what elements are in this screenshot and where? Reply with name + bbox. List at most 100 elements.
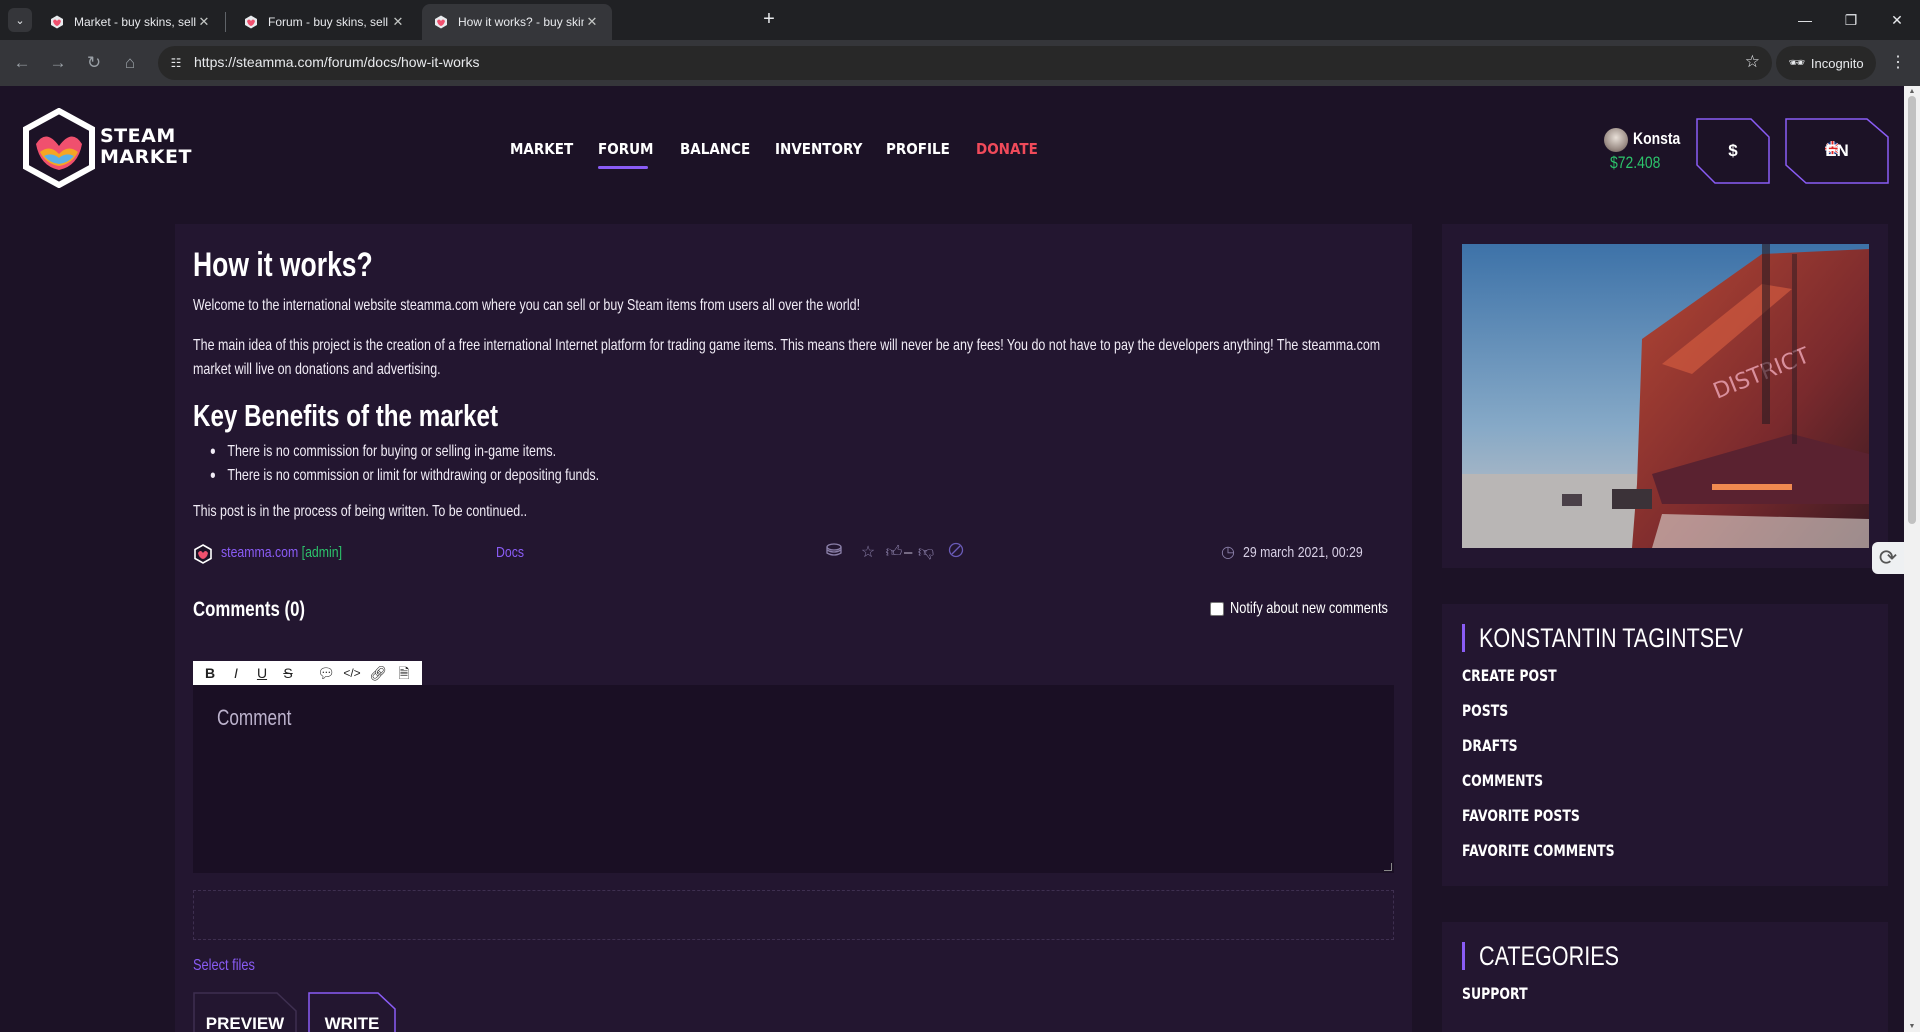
incognito-icon: 🕶 bbox=[1788, 55, 1805, 70]
post-date: 29 march 2021, 00:29 bbox=[1243, 544, 1363, 561]
write-tab-button[interactable]: WRITE bbox=[308, 992, 396, 1032]
sidebar-item-favorite-comments[interactable]: FAVORITE COMMENTS bbox=[1462, 841, 1615, 860]
site-page: STEAM MARKET MARKET FORUM BALANCE INVENT… bbox=[0, 86, 1904, 1032]
underline-button[interactable]: U bbox=[251, 663, 273, 683]
home-icon[interactable]: ⌂ bbox=[118, 51, 142, 75]
tab-title: Market - buy skins, sell skins bbox=[74, 15, 196, 29]
language-button[interactable]: EN bbox=[1785, 118, 1889, 184]
scrollbar-thumb[interactable] bbox=[1908, 96, 1916, 524]
comment-textarea[interactable]: Comment bbox=[193, 685, 1394, 873]
site-logo[interactable]: STEAM MARKET bbox=[22, 107, 202, 189]
restore-icon[interactable]: ❐ bbox=[1828, 8, 1874, 32]
browser-menu-icon[interactable]: ⋮ bbox=[1888, 51, 1908, 75]
bookmark-star-icon[interactable]: ☆ bbox=[1745, 52, 1760, 72]
nav-market[interactable]: MARKET bbox=[510, 140, 573, 158]
browser-tab-forum[interactable]: Forum - buy skins, sell skins ✕ bbox=[232, 4, 418, 40]
site-favicon-icon bbox=[51, 15, 63, 29]
avatar[interactable] bbox=[1604, 128, 1628, 152]
post-paragraph-idea: The main idea of this project is the cre… bbox=[193, 337, 1381, 378]
minimize-icon[interactable]: — bbox=[1782, 8, 1828, 32]
file-dropzone[interactable] bbox=[193, 890, 1394, 940]
clock-icon: ◷ bbox=[1221, 544, 1235, 561]
select-files-link[interactable]: Select files bbox=[193, 957, 255, 975]
browser-tab-how-it-works[interactable]: How it works? - buy skins, sell s ✕ bbox=[422, 4, 612, 40]
browser-toolbar: ← → ↻ ⌂ ☷ https://steamma.com/forum/docs… bbox=[0, 40, 1920, 86]
user-balance: $72.408 bbox=[1610, 153, 1661, 172]
site-info-icon[interactable]: ☷ bbox=[166, 53, 186, 73]
post-paragraph-intro: Welcome to the international website ste… bbox=[193, 297, 861, 314]
strikethrough-button[interactable]: S bbox=[277, 663, 299, 683]
notify-label: Notify about new comments bbox=[1230, 600, 1388, 617]
tab-search-button[interactable]: ⌄ bbox=[8, 8, 32, 32]
tab-title: How it works? - buy skins, sell s bbox=[458, 15, 584, 29]
forward-icon[interactable]: → bbox=[46, 51, 70, 75]
address-bar[interactable]: ☷ https://steamma.com/forum/docs/how-it-… bbox=[158, 46, 1772, 80]
close-tab-icon[interactable]: ✕ bbox=[196, 14, 212, 30]
checkbox[interactable] bbox=[1210, 602, 1224, 616]
sidebar-image-card: DISTRICT bbox=[1442, 224, 1888, 568]
incognito-label: Incognito bbox=[1810, 55, 1864, 71]
quote-icon[interactable]: 💬︎ bbox=[315, 663, 337, 683]
comment-placeholder: Comment bbox=[217, 705, 292, 730]
preview-label: PREVIEW bbox=[205, 1014, 285, 1032]
currency-button[interactable]: $ bbox=[1696, 118, 1770, 184]
author-link[interactable]: steamma.com [admin] bbox=[221, 544, 342, 561]
italic-button[interactable]: I bbox=[225, 663, 247, 683]
sidebar-user-menu: KONSTANTIN TAGINTSEV CREATE POST POSTS D… bbox=[1442, 604, 1888, 886]
report-icon[interactable] bbox=[945, 542, 967, 564]
refresh-icon[interactable]: ⟳ bbox=[1872, 542, 1904, 574]
preview-tab-button[interactable]: PREVIEW bbox=[193, 992, 297, 1032]
logo-line-1: STEAM bbox=[100, 125, 176, 147]
reload-icon[interactable]: ↻ bbox=[82, 51, 106, 75]
site-favicon-icon bbox=[245, 15, 257, 29]
sidebar-item-posts[interactable]: POSTS bbox=[1462, 701, 1508, 720]
sidebar-item-create-post[interactable]: CREATE POST bbox=[1462, 666, 1557, 685]
post-category-link[interactable]: Docs bbox=[496, 544, 524, 561]
post-card: How it works? Welcome to the internation… bbox=[175, 224, 1412, 1032]
write-label: WRITE bbox=[324, 1014, 380, 1032]
list-item: There is no commission for buying or sel… bbox=[193, 440, 1129, 464]
author-name[interactable]: steamma.com bbox=[221, 544, 298, 561]
nav-balance[interactable]: BALANCE bbox=[680, 140, 750, 158]
scroll-down-icon[interactable]: ▼ bbox=[1908, 1023, 1916, 1030]
scroll-up-icon[interactable]: ▲ bbox=[1908, 88, 1916, 95]
language-label: EN bbox=[1825, 141, 1849, 160]
favorite-star-icon[interactable]: ☆ bbox=[857, 542, 879, 564]
thumbs-down-icon[interactable]: 👎︎ bbox=[915, 542, 937, 564]
browser-tab-strip: ⌄ Market - buy skins, sell skins ✕ Forum… bbox=[0, 0, 1920, 40]
resize-handle-icon[interactable] bbox=[1384, 863, 1392, 871]
sidebar-categories: CATEGORIES SUPPORT bbox=[1442, 922, 1888, 1032]
nav-profile[interactable]: PROFILE bbox=[886, 140, 950, 158]
close-window-icon[interactable]: ✕ bbox=[1874, 8, 1920, 32]
sidebar-category-support[interactable]: SUPPORT bbox=[1462, 984, 1528, 1003]
nav-inventory[interactable]: INVENTORY bbox=[775, 140, 862, 158]
user-name[interactable]: Konsta bbox=[1633, 129, 1680, 149]
nav-active-indicator bbox=[598, 166, 648, 169]
close-tab-icon[interactable]: ✕ bbox=[584, 14, 600, 30]
post-title: How it works? bbox=[193, 246, 373, 284]
nav-donate[interactable]: DONATE bbox=[976, 140, 1038, 158]
back-icon[interactable]: ← bbox=[10, 51, 34, 75]
sidebar-item-drafts[interactable]: DRAFTS bbox=[1462, 736, 1518, 755]
url-text[interactable]: https://steamma.com/forum/docs/how-it-wo… bbox=[194, 54, 480, 70]
browser-tab-market[interactable]: Market - buy skins, sell skins ✕ bbox=[38, 4, 224, 40]
thumbs-up-icon[interactable]: 👍︎ bbox=[883, 542, 905, 564]
file-icon[interactable]: 🗎 bbox=[393, 663, 415, 683]
coins-icon[interactable] bbox=[823, 542, 845, 564]
close-tab-icon[interactable]: ✕ bbox=[390, 14, 406, 30]
sidebar-item-comments[interactable]: COMMENTS bbox=[1462, 771, 1543, 790]
notify-comments-checkbox[interactable]: Notify about new comments bbox=[1210, 600, 1427, 618]
sidebar-artwork[interactable]: DISTRICT bbox=[1462, 244, 1869, 548]
list-item: There is no commission or limit for with… bbox=[193, 464, 1129, 488]
sidebar-item-favorite-posts[interactable]: FAVORITE POSTS bbox=[1462, 806, 1580, 825]
code-icon[interactable]: </> bbox=[341, 663, 363, 683]
incognito-badge[interactable]: 🕶 Incognito bbox=[1776, 46, 1876, 80]
page-scrollbar[interactable]: ▲ ▼ bbox=[1904, 86, 1920, 1032]
editor-toolbar: B I U S 💬︎ </> 🔗︎ 🗎 bbox=[193, 661, 422, 685]
heading-text: CATEGORIES bbox=[1479, 941, 1620, 971]
post-rating: – bbox=[904, 544, 913, 561]
link-icon[interactable]: 🔗︎ bbox=[367, 663, 389, 683]
nav-forum[interactable]: FORUM bbox=[598, 140, 653, 158]
new-tab-icon[interactable]: + bbox=[758, 9, 780, 31]
bold-button[interactable]: B bbox=[199, 663, 221, 683]
